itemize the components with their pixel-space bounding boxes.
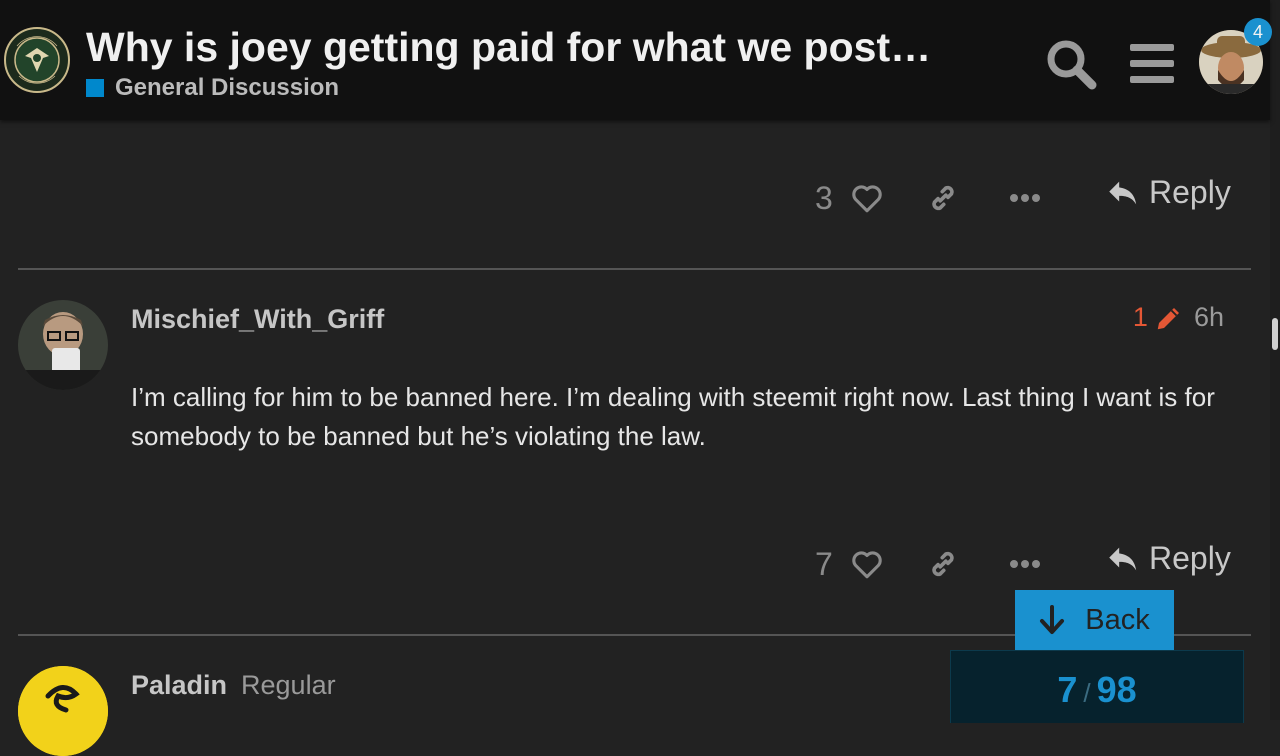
progress-current: 7 xyxy=(1057,669,1078,710)
like-count[interactable]: 3 xyxy=(815,180,833,217)
post-author-avatar[interactable] xyxy=(18,300,108,390)
back-label: Back xyxy=(1085,603,1150,636)
link-icon[interactable] xyxy=(926,547,960,581)
reply-label: Reply xyxy=(1149,174,1231,210)
post-author-username[interactable]: Mischief_With_Griff xyxy=(131,304,384,335)
topic-title[interactable]: Why is joey getting paid for what we pos… xyxy=(86,24,986,71)
notification-count-badge[interactable]: 4 xyxy=(1244,18,1272,46)
link-icon[interactable] xyxy=(926,181,960,215)
post-divider xyxy=(18,268,1251,270)
next-post-author: Paladin Regular xyxy=(131,670,336,701)
reply-button[interactable]: Reply xyxy=(1105,174,1231,211)
next-post-author-avatar[interactable] xyxy=(18,666,108,756)
reply-arrow-icon xyxy=(1109,547,1137,570)
more-options-icon[interactable] xyxy=(1008,552,1042,576)
edit-count[interactable]: 1 xyxy=(1133,302,1148,333)
category-badge[interactable]: General Discussion xyxy=(86,74,339,102)
next-post-author-username[interactable]: Paladin xyxy=(131,670,227,700)
more-options-icon[interactable] xyxy=(1008,186,1042,210)
scrollbar-track[interactable] xyxy=(1270,0,1280,720)
post-age[interactable]: 6h xyxy=(1194,302,1224,333)
category-name[interactable]: General Discussion xyxy=(115,74,339,102)
heart-icon[interactable] xyxy=(850,181,884,215)
reply-label: Reply xyxy=(1149,540,1231,576)
back-button[interactable]: Back xyxy=(1015,590,1174,650)
topic-progress[interactable]: 7/98 xyxy=(950,650,1244,723)
reply-arrow-icon xyxy=(1109,181,1137,204)
hamburger-menu-icon[interactable] xyxy=(1126,38,1178,90)
next-post-author-title: Regular xyxy=(241,670,336,700)
post-actions: 7 Reply xyxy=(800,540,1240,590)
reply-button[interactable]: Reply xyxy=(1105,540,1231,577)
progress-counter: 7/98 xyxy=(951,669,1243,711)
heart-icon[interactable] xyxy=(850,547,884,581)
pencil-icon[interactable] xyxy=(1154,303,1184,333)
search-icon[interactable] xyxy=(1045,38,1097,90)
progress-separator: / xyxy=(1083,678,1091,708)
post-body: I’m calling for him to be banned here. I… xyxy=(131,382,1215,451)
scrollbar-thumb[interactable] xyxy=(1272,318,1278,350)
arrow-down-icon xyxy=(1040,605,1065,634)
category-color-square xyxy=(86,79,104,97)
post-actions-prev: 3 Reply xyxy=(800,174,1240,224)
site-logo[interactable] xyxy=(3,26,71,94)
site-header: Why is joey getting paid for what we pos… xyxy=(0,0,1270,120)
progress-total: 98 xyxy=(1096,669,1137,710)
post-meta: 1 6h xyxy=(1133,302,1224,333)
like-count[interactable]: 7 xyxy=(815,546,833,583)
